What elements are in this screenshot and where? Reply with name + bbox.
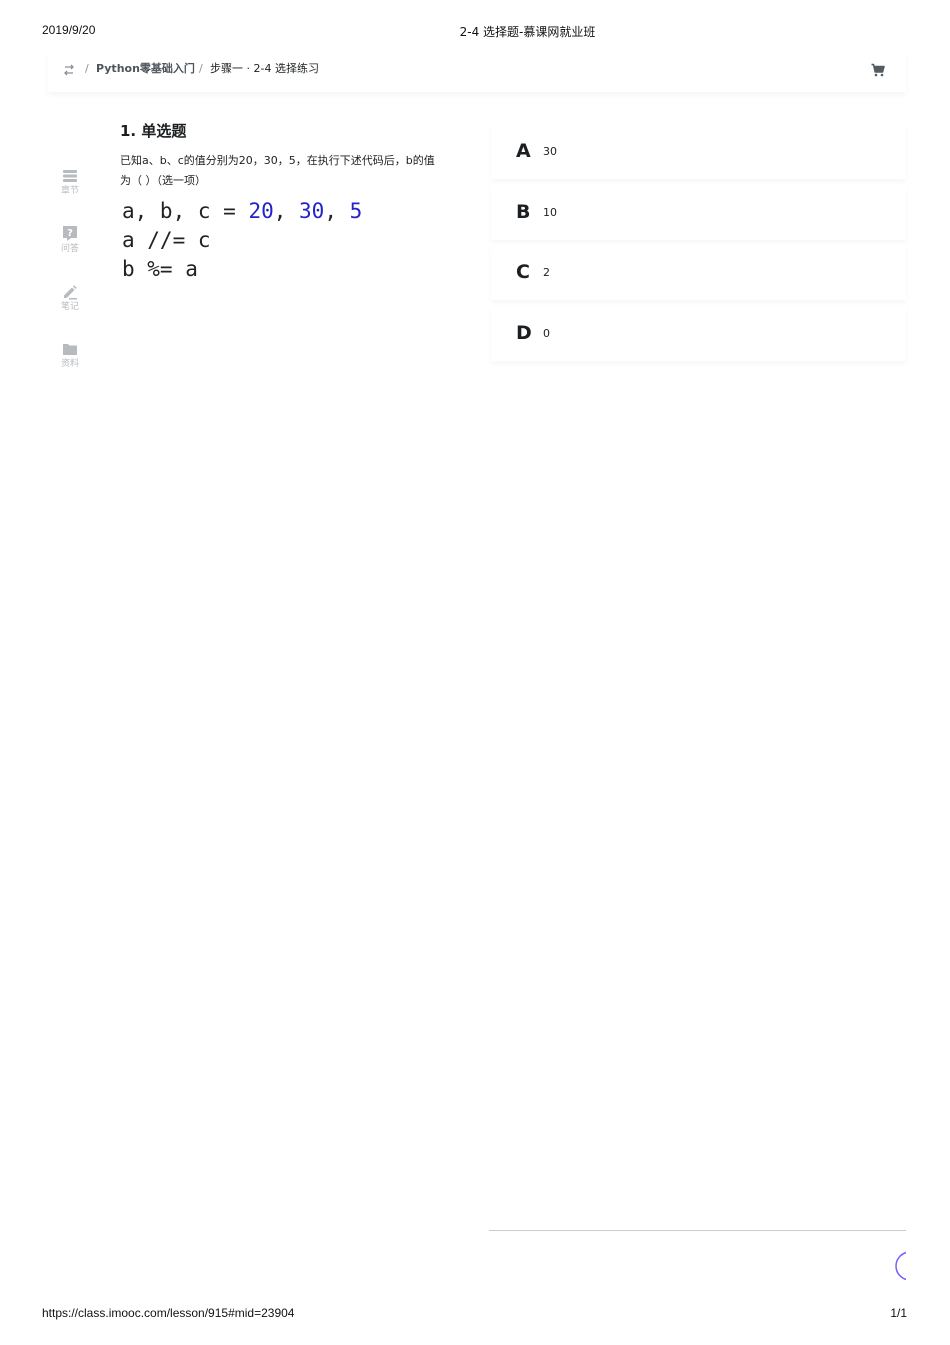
- code-number: 20: [248, 199, 274, 223]
- code-line-2: a //= c: [122, 228, 211, 252]
- code-block: a, b, c = 20, 30, 5 a //= c b %= a: [122, 197, 362, 284]
- code-text: ,: [324, 199, 350, 223]
- side-nav-materials-label: 资料: [60, 359, 79, 369]
- option-text: 0: [543, 327, 550, 340]
- option-a[interactable]: A 30: [491, 123, 906, 179]
- code-line-3: b %= a: [122, 257, 198, 281]
- option-d[interactable]: D 0: [491, 305, 906, 361]
- side-nav-chapter-label: 章节: [60, 186, 79, 196]
- print-url: https://class.imooc.com/lesson/915#mid=2…: [42, 1306, 295, 1320]
- side-nav-chapter[interactable]: 章节: [48, 168, 92, 197]
- floating-action-button[interactable]: [894, 1250, 906, 1282]
- side-nav-notes-label: 笔记: [60, 302, 79, 312]
- print-page-number: 1/1: [890, 1306, 907, 1320]
- side-nav-materials[interactable]: 资料: [48, 341, 92, 370]
- option-letter: C: [516, 261, 530, 283]
- option-b[interactable]: B 10: [491, 184, 906, 240]
- question-title: 1. 单选题: [120, 122, 187, 140]
- chapter-icon: [63, 170, 77, 182]
- note-pencil-icon: [64, 285, 77, 300]
- code-text: ,: [273, 199, 300, 223]
- top-bar: / Python零基础入门 / 步骤一 · 2-4 选择练习: [48, 52, 906, 92]
- option-c[interactable]: C 2: [491, 244, 906, 300]
- option-text: 10: [543, 206, 557, 219]
- breadcrumb-separator: /: [199, 62, 203, 75]
- switch-course-icon[interactable]: [62, 62, 76, 76]
- option-text: 2: [543, 266, 550, 279]
- divider: [489, 1230, 906, 1231]
- option-letter: A: [516, 140, 531, 162]
- print-page-title: 2-4 选择题-慕课网就业班: [459, 25, 596, 39]
- folder-icon: [63, 344, 77, 355]
- side-nav-notes[interactable]: 笔记: [48, 284, 92, 313]
- breadcrumb-separator: /: [85, 62, 89, 75]
- code-line-1: a, b, c = 20, 30, 5: [122, 197, 362, 226]
- option-text: 30: [543, 145, 557, 158]
- breadcrumb-current-step: 步骤一 · 2-4 选择练习: [210, 62, 319, 75]
- shopping-cart-icon[interactable]: [870, 62, 886, 78]
- breadcrumb-course-link[interactable]: Python零基础入门: [96, 62, 195, 76]
- option-letter: D: [516, 322, 532, 344]
- code-text: a, b, c =: [122, 199, 249, 223]
- question-panel: 1. 单选题 已知a、b、c的值分别为20，30，5，在执行下述代码后，b的值为…: [96, 93, 906, 1233]
- side-nav-qa-label: 问答: [60, 244, 79, 254]
- option-letter: B: [516, 201, 531, 223]
- code-number: 5: [349, 199, 363, 223]
- side-nav-qa[interactable]: ? 问答: [48, 225, 92, 255]
- question-icon: ?: [63, 226, 77, 241]
- code-number: 30: [299, 199, 325, 223]
- circle-button-icon: [895, 1251, 906, 1281]
- question-description: 已知a、b、c的值分别为20，30，5，在执行下述代码后，b的值为（ ）（选一项…: [120, 154, 435, 187]
- svg-text:?: ?: [67, 228, 73, 239]
